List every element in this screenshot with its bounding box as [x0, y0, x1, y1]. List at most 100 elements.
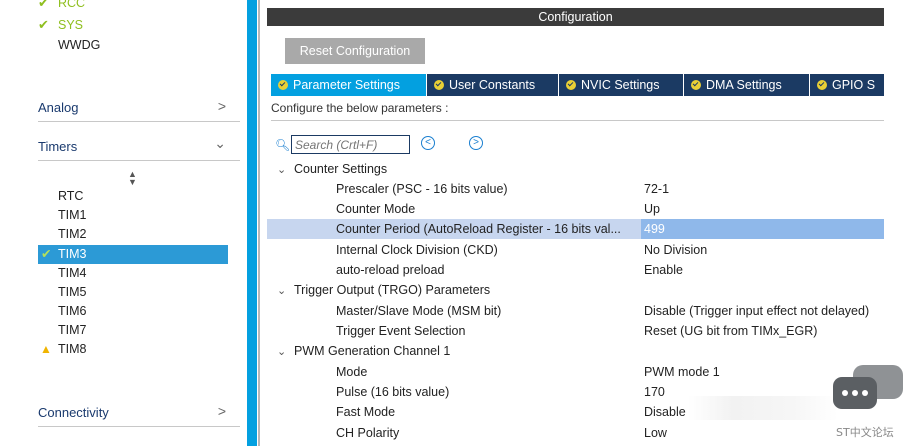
- sidebar-item-label: WWDG: [58, 38, 101, 52]
- param-value-input[interactable]: 499: [641, 219, 884, 239]
- timer-label: TIM6: [58, 304, 87, 318]
- sidebar-item-rtc[interactable]: RTC: [38, 187, 228, 206]
- splitter-handle[interactable]: [247, 0, 257, 446]
- timer-label: TIM4: [58, 266, 87, 280]
- sidebar-item-tim8[interactable]: ▲ TIM8: [38, 340, 228, 359]
- check-circle-icon: [434, 80, 444, 90]
- sidebar-item-tim3[interactable]: ✔ TIM3: [38, 245, 228, 264]
- sidebar-item-tim4[interactable]: TIM4: [38, 264, 228, 283]
- timer-label: RTC: [58, 189, 84, 203]
- param-name: Pulse (16 bits value): [336, 385, 450, 399]
- param-value[interactable]: 170: [644, 382, 665, 402]
- group-label: Counter Settings: [294, 162, 388, 176]
- next-match-icon[interactable]: >: [469, 136, 483, 150]
- divider-gap: [260, 0, 266, 446]
- sort-icon[interactable]: ▲ ▼: [128, 170, 137, 187]
- param-row-trigger-event[interactable]: Trigger Event Selection Reset (UG bit fr…: [267, 321, 884, 341]
- param-value[interactable]: Low: [644, 423, 667, 443]
- sidebar-item-tim2[interactable]: TIM2: [38, 225, 228, 244]
- search-input[interactable]: [291, 135, 410, 154]
- search-icon[interactable]: 🔍︎: [275, 138, 290, 152]
- param-row-prescaler[interactable]: Prescaler (PSC - 16 bits value) 72-1: [267, 179, 884, 199]
- param-name: Internal Clock Division (CKD): [336, 243, 498, 257]
- group-label: PWM Generation Channel 1: [294, 344, 451, 358]
- param-value[interactable]: PWM mode 1: [644, 362, 720, 382]
- previous-match-icon[interactable]: <: [421, 136, 435, 150]
- param-row-pwm-mode[interactable]: Mode PWM mode 1: [267, 362, 884, 382]
- timer-label: TIM7: [58, 323, 87, 337]
- chevron-down-icon: ⌄: [277, 346, 287, 358]
- tab-label: NVIC Settings: [581, 78, 660, 92]
- timer-label: TIM1: [58, 208, 87, 222]
- param-name: Counter Period (AutoReload Register - 16…: [336, 222, 621, 236]
- param-name: Fast Mode: [336, 405, 396, 419]
- tab-parameter-settings[interactable]: Parameter Settings: [271, 74, 427, 96]
- blurred-region: [688, 396, 838, 420]
- check-circle-icon: [278, 80, 288, 90]
- sidebar-item-tim1[interactable]: TIM1: [38, 206, 228, 225]
- category-label: Timers: [38, 139, 78, 154]
- check-icon: ✔: [38, 17, 49, 32]
- check-circle-icon: [566, 80, 576, 90]
- param-value[interactable]: 72-1: [644, 179, 669, 199]
- param-row-counter-mode[interactable]: Counter Mode Up: [267, 199, 884, 219]
- chevron-right-icon: >: [217, 98, 226, 114]
- group-pwm-channel-1[interactable]: ⌄ PWM Generation Channel 1: [277, 341, 450, 361]
- check-icon: ✔: [41, 247, 52, 261]
- group-trigger-output[interactable]: ⌄ Trigger Output (TRGO) Parameters: [277, 280, 490, 300]
- chevron-down-icon: ⌄: [277, 285, 287, 297]
- reset-configuration-button[interactable]: Reset Configuration: [285, 38, 425, 64]
- chevron-down-icon: ⌄: [214, 135, 226, 151]
- sidebar: ✔ RCC ✔ SYS WWDG Analog > Timers ⌄ ▲ ▼ RT…: [0, 0, 246, 446]
- timer-label: TIM5: [58, 285, 87, 299]
- param-value[interactable]: No Division: [644, 240, 707, 260]
- param-name: Mode: [336, 365, 368, 379]
- param-name: Prescaler (PSC - 16 bits value): [336, 182, 508, 196]
- param-value[interactable]: Up: [644, 199, 660, 219]
- param-row-master-slave-mode[interactable]: Master/Slave Mode (MSM bit) Disable (Tri…: [267, 301, 884, 321]
- param-value[interactable]: Disable: [644, 402, 686, 422]
- category-label: Analog: [38, 100, 79, 115]
- param-row-counter-period[interactable]: Counter Period (AutoReload Register - 16…: [267, 219, 884, 239]
- param-name: Trigger Event Selection: [336, 324, 466, 338]
- category-timers[interactable]: Timers ⌄: [38, 135, 240, 161]
- param-row-clock-division[interactable]: Internal Clock Division (CKD) No Divisio…: [267, 240, 884, 260]
- timer-label: TIM8: [58, 342, 87, 356]
- sidebar-item-tim6[interactable]: TIM6: [38, 302, 228, 321]
- category-connectivity[interactable]: Connectivity >: [38, 401, 240, 427]
- configure-instructions: Configure the below parameters :: [271, 101, 449, 115]
- param-name: Counter Mode: [336, 202, 416, 216]
- check-icon: ✔: [38, 0, 49, 10]
- tab-dma-settings[interactable]: DMA Settings: [684, 74, 810, 96]
- param-row-auto-reload-preload[interactable]: auto-reload preload Enable: [267, 260, 884, 280]
- timer-label: TIM2: [58, 227, 87, 241]
- tab-user-constants[interactable]: User Constants: [427, 74, 559, 96]
- param-value[interactable]: Reset (UG bit from TIMx_EGR): [644, 321, 817, 341]
- watermark-text: ST中文论坛: [836, 426, 894, 439]
- sidebar-item-tim5[interactable]: TIM5: [38, 283, 228, 302]
- tab-label: User Constants: [449, 78, 536, 92]
- category-label: Connectivity: [38, 405, 109, 420]
- sidebar-item-label: RCC: [58, 0, 86, 10]
- param-name: CH Polarity: [336, 426, 400, 440]
- tab-nvic-settings[interactable]: NVIC Settings: [559, 74, 684, 96]
- warning-icon: ▲: [40, 342, 52, 356]
- sidebar-item-tim7[interactable]: TIM7: [38, 321, 228, 340]
- tab-gpio-settings[interactable]: GPIO S: [810, 74, 890, 96]
- param-value[interactable]: Enable: [644, 260, 683, 280]
- tab-label: GPIO S: [832, 78, 876, 92]
- sidebar-item-label: SYS: [58, 18, 84, 32]
- timer-label: TIM3: [58, 247, 87, 261]
- param-value[interactable]: Disable (Trigger input effect not delaye…: [644, 301, 869, 321]
- param-row-ch-polarity[interactable]: CH Polarity Low: [267, 423, 884, 443]
- check-circle-icon: [817, 80, 827, 90]
- category-analog[interactable]: Analog >: [38, 96, 240, 122]
- group-counter-settings[interactable]: ⌄ Counter Settings: [277, 159, 387, 179]
- param-name: Master/Slave Mode (MSM bit): [336, 304, 502, 318]
- chevron-right-icon: >: [217, 403, 226, 419]
- configuration-panel: Configuration Reset Configuration Parame…: [267, 0, 912, 446]
- tab-label: Parameter Settings: [293, 78, 400, 92]
- group-label: Trigger Output (TRGO) Parameters: [294, 283, 491, 297]
- param-name: auto-reload preload: [336, 263, 445, 277]
- panel-title: Configuration: [267, 8, 884, 26]
